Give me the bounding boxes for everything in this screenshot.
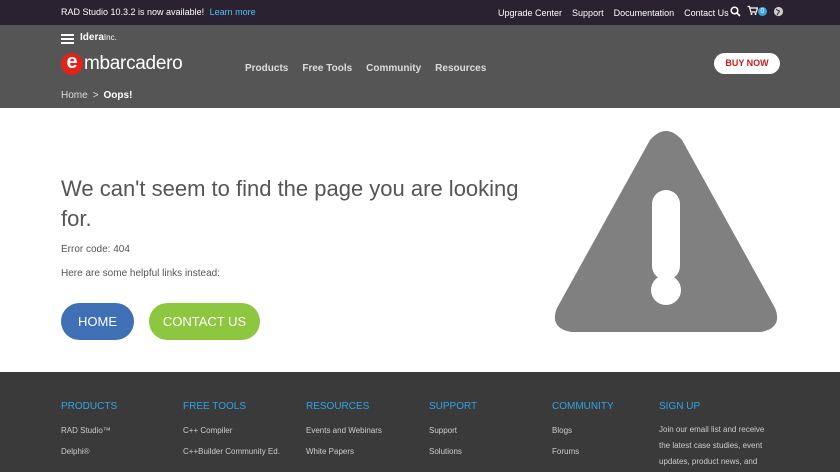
footer-link-support[interactable]: Support	[429, 426, 477, 435]
warning-icon	[551, 130, 781, 336]
footer-link-white-papers[interactable]: White Papers	[306, 447, 382, 456]
nav-community[interactable]: Community	[366, 63, 421, 74]
announcement-text: RAD Studio 10.3.2 is now available!	[61, 7, 205, 17]
support-link[interactable]: Support	[572, 8, 604, 18]
upgrade-center-link[interactable]: Upgrade Center	[498, 8, 562, 18]
top-bar: RAD Studio 10.3.2 is now available! Lear…	[0, 0, 840, 25]
learn-more-link[interactable]: Learn more	[210, 7, 256, 17]
nav-products[interactable]: Products	[245, 63, 288, 74]
error-content: We can't seem to find the page you are l…	[0, 108, 840, 372]
breadcrumb-home[interactable]: Home	[61, 90, 88, 101]
helpful-links-text: Here are some helpful links instead:	[61, 268, 220, 279]
footer-heading-products: PRODUCTS	[61, 401, 118, 412]
breadcrumb-separator: >	[92, 90, 99, 101]
idera-logo-suffix: Inc.	[103, 33, 117, 42]
footer-col-signup: SIGN UP Join our email list and receive …	[659, 401, 774, 470]
embarcadero-logo[interactable]: e mbarcadero	[61, 52, 183, 75]
top-icons: 0	[730, 5, 784, 19]
menu-icon[interactable]	[61, 34, 74, 44]
footer-col-community: COMMUNITY Blogs Forums	[552, 401, 614, 456]
cart-count-badge: 0	[757, 7, 768, 16]
search-icon[interactable]	[730, 5, 741, 19]
footer-heading-community: COMMUNITY	[552, 401, 614, 412]
idera-logo-text: Idera	[80, 32, 104, 43]
signup-description: Join our email list and receive the late…	[659, 425, 765, 466]
footer-col-resources: RESOURCES Events and Webinars White Pape…	[306, 401, 382, 456]
error-code: Error code: 404	[61, 244, 130, 255]
site-footer: PRODUCTS RAD Studio™ Delphi® FREE TOOLS …	[0, 372, 840, 472]
announcement: RAD Studio 10.3.2 is now available! Lear…	[61, 7, 256, 17]
logo-e-mark: e	[61, 52, 83, 75]
cart-icon[interactable]: 0	[747, 5, 768, 19]
footer-link-events[interactable]: Events and Webinars	[306, 426, 382, 435]
footer-heading-signup: SIGN UP	[659, 401, 701, 412]
main-nav: Products Free Tools Community Resources	[245, 63, 486, 74]
footer-col-free-tools: FREE TOOLS C++ Compiler C++Builder Commu…	[183, 401, 280, 456]
idera-logo[interactable]: IderaInc.	[80, 32, 117, 43]
contact-us-button[interactable]: CONTACT US	[149, 303, 260, 340]
footer-col-products: PRODUCTS RAD Studio™ Delphi®	[61, 401, 117, 456]
footer-link-cppbuilder-ce[interactable]: C++Builder Community Ed.	[183, 447, 280, 456]
site-header: IderaInc. e mbarcadero Products Free Too…	[0, 25, 840, 108]
footer-link-solutions[interactable]: Solutions	[429, 447, 477, 456]
footer-heading-free-tools: FREE TOOLS	[183, 401, 246, 412]
footer-heading-support: SUPPORT	[429, 401, 478, 412]
logo-wordmark: mbarcadero	[84, 53, 183, 74]
footer-link-forums[interactable]: Forums	[552, 447, 614, 456]
home-button[interactable]: HOME	[61, 303, 134, 340]
documentation-link[interactable]: Documentation	[614, 8, 675, 18]
top-links: Upgrade Center Support Documentation Con…	[498, 8, 729, 18]
buy-now-button[interactable]: BUY NOW	[714, 53, 780, 74]
breadcrumb: Home > Oops!	[61, 90, 132, 101]
footer-link-cpp-compiler[interactable]: C++ Compiler	[183, 426, 280, 435]
breadcrumb-current: Oops!	[103, 90, 133, 101]
nav-resources[interactable]: Resources	[435, 63, 486, 74]
contact-us-link[interactable]: Contact Us	[684, 8, 729, 18]
globe-icon[interactable]	[773, 6, 784, 19]
footer-link-rad-studio[interactable]: RAD Studio™	[61, 426, 117, 435]
footer-col-support: SUPPORT Support Solutions	[429, 401, 477, 456]
page-title: We can't seem to find the page you are l…	[61, 176, 519, 231]
footer-heading-resources: RESOURCES	[306, 401, 370, 412]
nav-free-tools[interactable]: Free Tools	[302, 63, 352, 74]
footer-link-delphi[interactable]: Delphi®	[61, 447, 117, 456]
footer-link-blogs[interactable]: Blogs	[552, 426, 614, 435]
